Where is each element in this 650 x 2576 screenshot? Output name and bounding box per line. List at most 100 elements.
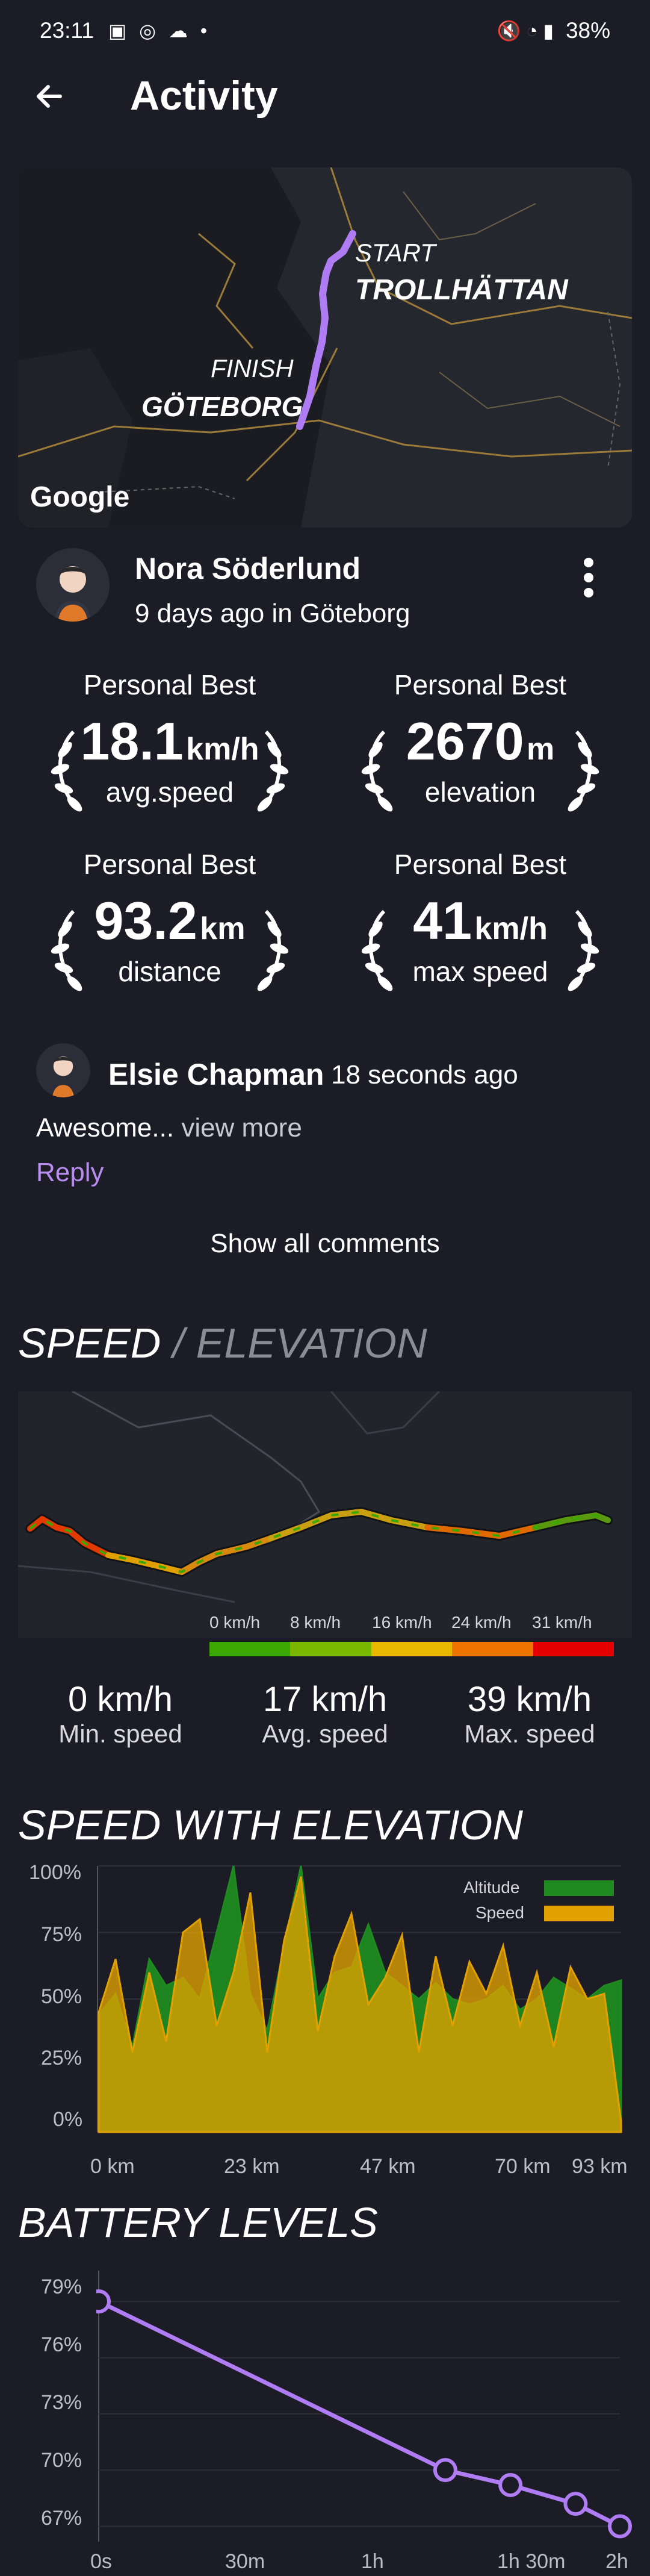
comment-text: Awesome... bbox=[36, 1113, 175, 1143]
personal-best-elevation: Personal Best 2670 m elevation bbox=[330, 669, 631, 837]
personal-best-max-speed: Personal Best 41 km/h max speed bbox=[330, 848, 631, 1017]
map-start-city: TROLLHÄTTAN bbox=[355, 274, 568, 306]
comment-avatar[interactable] bbox=[36, 1043, 90, 1097]
avg-speed-stat: 17 km/h Avg. speed bbox=[223, 1679, 427, 1748]
y-tick: 67% bbox=[41, 2507, 82, 2530]
avatar-image bbox=[36, 548, 110, 622]
speed-scale-segment bbox=[371, 1642, 453, 1656]
map-finish-city: GÖTEBORG bbox=[141, 391, 303, 422]
speed-with-elevation-title: SPEED WITH ELEVATION bbox=[18, 1801, 523, 1848]
personal-best-heading: Personal Best bbox=[83, 849, 256, 880]
stat-label: Max. speed bbox=[464, 1720, 595, 1748]
status-time: 23:11 bbox=[40, 18, 94, 43]
title-separator: / bbox=[161, 1320, 196, 1367]
legend-speed-swatch bbox=[544, 1906, 614, 1921]
stat-label: Min. speed bbox=[58, 1720, 182, 1748]
battery-levels-title: BATTERY LEVELS bbox=[18, 2199, 378, 2246]
view-more-link[interactable]: view more bbox=[181, 1113, 302, 1143]
elevation-title: ELEVATION bbox=[196, 1320, 427, 1367]
battery-data-point[interactable] bbox=[498, 2473, 523, 2497]
y-tick: 76% bbox=[41, 2333, 82, 2356]
legend-altitude-label: Altitude bbox=[463, 1878, 520, 1897]
y-tick: 75% bbox=[41, 1923, 82, 1946]
y-tick: 73% bbox=[41, 2391, 82, 2414]
speed-title: SPEED bbox=[18, 1320, 161, 1367]
map-finish-label: FINISH bbox=[211, 354, 294, 382]
personal-best-label: max speed bbox=[412, 956, 548, 987]
stat-label: Avg. speed bbox=[262, 1720, 388, 1748]
y-tick: 0% bbox=[53, 2108, 83, 2131]
more-options-icon[interactable] bbox=[577, 557, 601, 599]
battery-data-point[interactable] bbox=[433, 2458, 457, 2483]
speed-map[interactable] bbox=[17, 1390, 632, 1638]
x-tick: 0 km bbox=[90, 2155, 135, 2178]
page-title: Activity bbox=[130, 73, 278, 119]
route-map[interactable]: START TROLLHÄTTAN FINISH GÖTEBORG Google bbox=[18, 167, 632, 528]
legend-altitude-swatch bbox=[544, 1880, 614, 1896]
speed-scale-segment bbox=[209, 1642, 291, 1656]
x-tick: 23 km bbox=[224, 2155, 280, 2178]
speed-series-area bbox=[98, 1876, 622, 2133]
y-tick: 70% bbox=[41, 2449, 82, 2472]
notification-icons: ▣ ◎ ☁ • bbox=[108, 20, 211, 42]
personal-best-value: 41 bbox=[413, 891, 472, 950]
comment-time: 18 seconds ago bbox=[331, 1060, 518, 1090]
battery-data-point[interactable] bbox=[96, 2289, 111, 2314]
max-speed-stat: 39 km/h Max. speed bbox=[427, 1679, 632, 1748]
x-tick: 70 km bbox=[495, 2155, 551, 2178]
x-tick: 30m bbox=[225, 2550, 265, 2573]
personal-best-heading: Personal Best bbox=[394, 669, 567, 700]
battery-data-point[interactable] bbox=[563, 2492, 588, 2516]
personal-best-label: elevation bbox=[424, 776, 536, 808]
avatar[interactable] bbox=[36, 548, 110, 622]
stat-value: 17 km/h bbox=[262, 1680, 388, 1719]
personal-best-label: distance bbox=[118, 956, 221, 987]
reply-link[interactable]: Reply bbox=[36, 1158, 104, 1188]
speed-legend-label: 16 km/h bbox=[372, 1613, 432, 1632]
battery-data-point[interactable] bbox=[608, 2514, 632, 2539]
speed-scale-segment bbox=[452, 1642, 533, 1656]
personal-best-unit: m bbox=[526, 732, 555, 767]
x-tick: 0s bbox=[90, 2550, 112, 2573]
speed-legend-label: 24 km/h bbox=[451, 1613, 512, 1632]
stat-value: 0 km/h bbox=[67, 1680, 173, 1719]
back-arrow-icon[interactable] bbox=[31, 77, 70, 116]
personal-best-avg-speed: Personal Best 18.1 km/h avg.speed bbox=[19, 669, 320, 837]
personal-best-distance: Personal Best 93.2 km distance bbox=[19, 848, 320, 1017]
map-start-label: START bbox=[355, 239, 436, 267]
personal-best-value: 2670 bbox=[406, 711, 524, 771]
stat-value: 39 km/h bbox=[467, 1680, 592, 1719]
x-tick: 1h 30m bbox=[497, 2550, 566, 2573]
comment-body: Awesome... view more bbox=[36, 1113, 302, 1143]
speed-elevation-area-chart[interactable] bbox=[96, 1861, 626, 2138]
speed-color-scale bbox=[209, 1642, 614, 1656]
personal-best-label: avg.speed bbox=[105, 776, 234, 808]
speed-legend-label: 8 km/h bbox=[290, 1613, 341, 1632]
signal-icons: 🔇 ◔ ▮ bbox=[497, 20, 554, 42]
speed-scale-segment bbox=[533, 1642, 614, 1656]
min-speed-stat: 0 km/h Min. speed bbox=[18, 1679, 223, 1748]
comment-author[interactable]: Elsie Chapman bbox=[108, 1057, 324, 1092]
speed-elevation-title: SPEED / ELEVATION bbox=[18, 1319, 427, 1367]
y-tick: 50% bbox=[41, 1985, 82, 2008]
x-tick: 2h bbox=[605, 2550, 628, 2573]
x-tick: 1h bbox=[361, 2550, 384, 2573]
y-tick: 79% bbox=[41, 2275, 82, 2298]
personal-best-unit: km bbox=[200, 911, 246, 946]
google-logo: Google bbox=[30, 481, 130, 513]
speed-legend-label: 0 km/h bbox=[209, 1613, 261, 1632]
personal-best-heading: Personal Best bbox=[394, 849, 567, 880]
speed-legend-label: 31 km/h bbox=[532, 1613, 592, 1632]
y-tick: 100% bbox=[29, 1861, 81, 1884]
show-all-comments-button[interactable]: Show all comments bbox=[0, 1229, 650, 1259]
personal-best-unit: km/h bbox=[474, 911, 548, 946]
comment-avatar-image bbox=[36, 1043, 90, 1097]
personal-best-value: 18.1 bbox=[80, 711, 184, 771]
user-name[interactable]: Nora Söderlund bbox=[135, 551, 361, 586]
map-canvas bbox=[18, 167, 632, 528]
battery-line-chart[interactable] bbox=[96, 2271, 638, 2548]
speed-map-canvas bbox=[17, 1390, 613, 1603]
personal-best-value: 93.2 bbox=[94, 891, 197, 950]
battery-percent: 38% bbox=[565, 18, 610, 43]
x-tick: 93 km bbox=[572, 2155, 628, 2178]
